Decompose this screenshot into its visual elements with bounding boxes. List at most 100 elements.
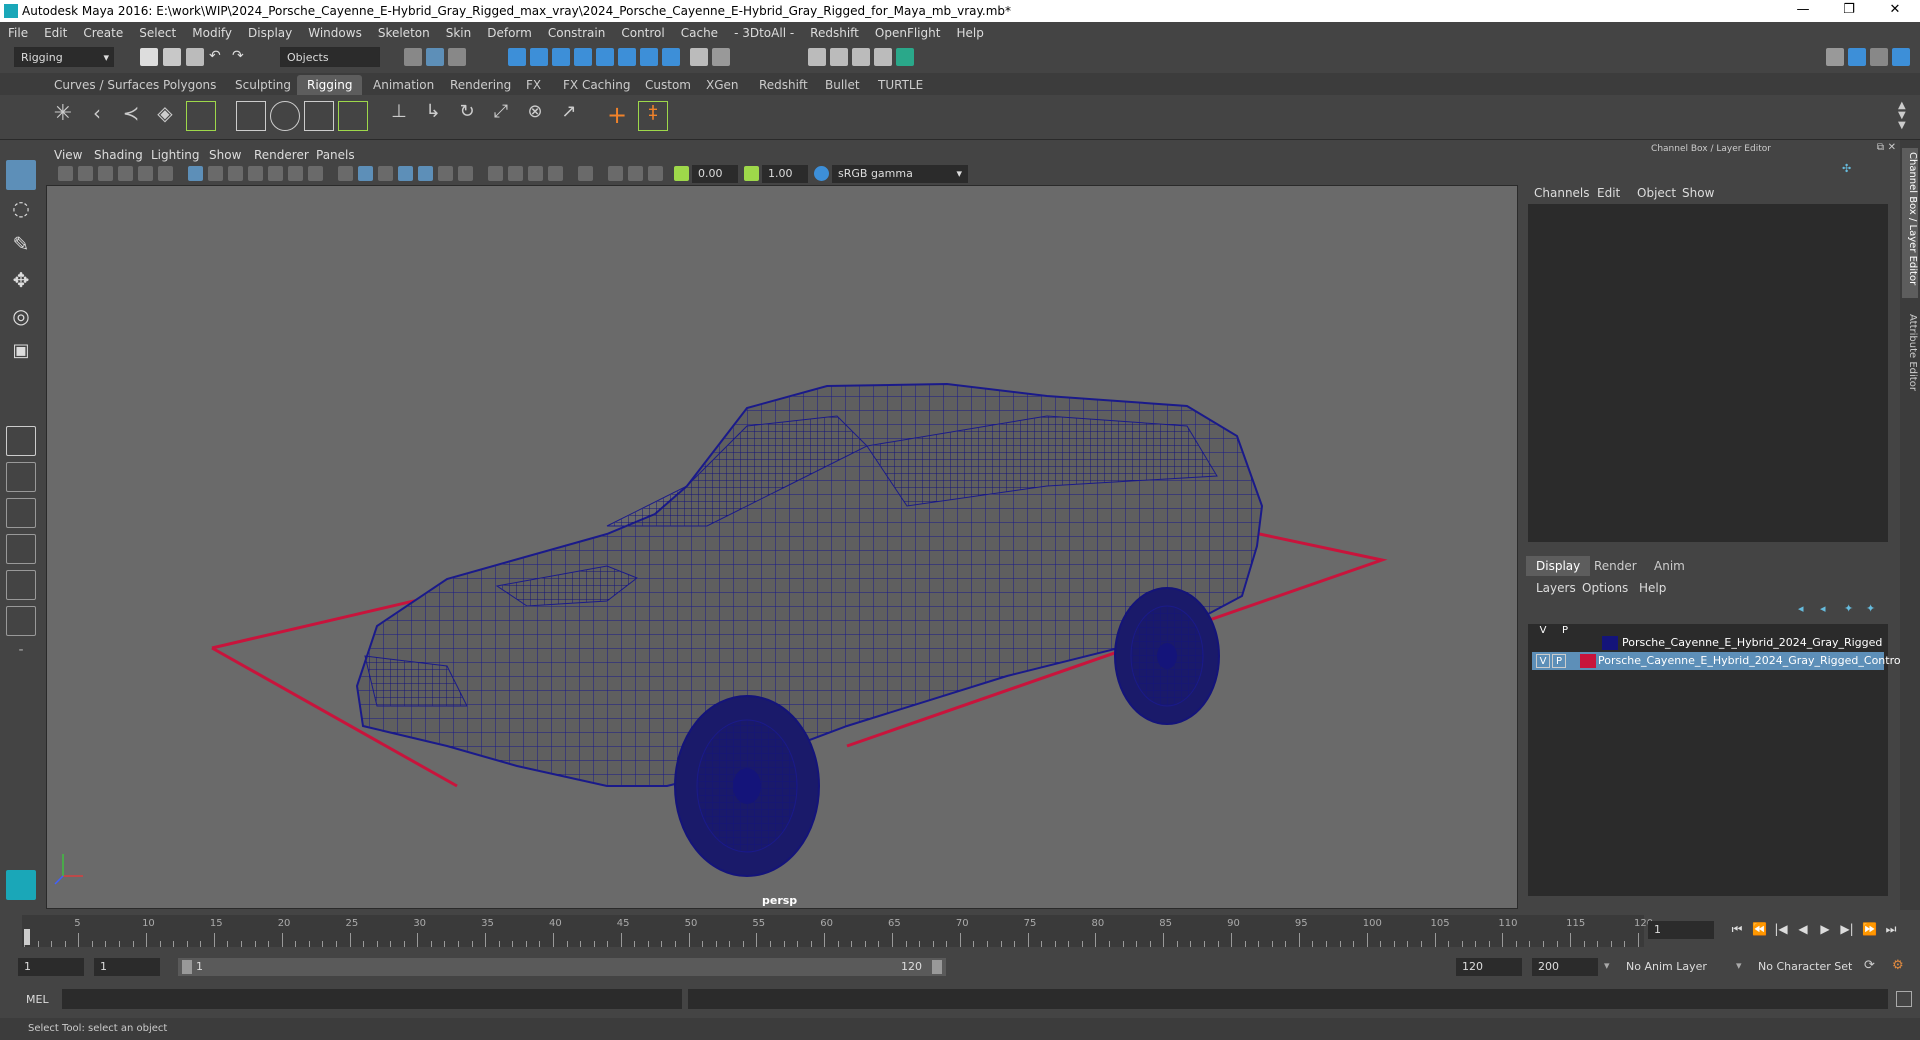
bookmark-icon[interactable] (98, 166, 113, 181)
move-layer-down-icon[interactable]: ◂ (1820, 602, 1826, 615)
viewport-menu-show[interactable]: Show (209, 148, 241, 162)
lasso-tool-icon[interactable]: ◌ (6, 196, 36, 226)
resolution-gate-icon[interactable] (228, 166, 243, 181)
layer-visibility-toggle[interactable]: V (1536, 654, 1550, 668)
save-scene-icon[interactable] (186, 48, 204, 66)
menu-modify[interactable]: Modify (184, 26, 240, 40)
render-settings-icon[interactable] (808, 48, 826, 66)
layer-playback-toggle[interactable]: P (1552, 654, 1566, 668)
add-influence-icon[interactable]: + (602, 101, 632, 131)
minimize-button[interactable]: — (1780, 0, 1826, 22)
playback-start-field[interactable]: 1 (94, 958, 160, 976)
use-default-material-icon[interactable] (378, 166, 393, 181)
range-start-handle[interactable] (182, 960, 192, 974)
new-layer-selected-icon[interactable]: ✦ (1866, 602, 1875, 615)
view-transform-dropdown[interactable]: sRGB gamma ▾ (832, 165, 968, 183)
menu-create[interactable]: Create (75, 26, 131, 40)
viewport-menu-shading[interactable]: Shading (94, 148, 143, 162)
xray-joints-icon[interactable] (648, 166, 663, 181)
gamma-icon[interactable] (744, 166, 759, 181)
play-backwards-icon[interactable]: ◀ (1796, 922, 1810, 936)
ik-spline-icon[interactable]: ≺ (116, 101, 146, 131)
restore-button[interactable]: ❐ (1826, 0, 1872, 22)
wireframe-mode-icon[interactable] (338, 166, 353, 181)
script-editor-icon[interactable] (1896, 991, 1912, 1007)
layer-help-menu[interactable]: Help (1639, 581, 1666, 595)
more-layouts-icon[interactable]: - (6, 642, 36, 672)
shelf-tab-animation[interactable]: Animation (363, 75, 444, 95)
select-tool-icon[interactable] (6, 160, 36, 190)
shelf-tab-sculpting[interactable]: Sculpting (225, 75, 301, 95)
hypershade-icon[interactable] (896, 48, 914, 66)
time-slider-track[interactable]: 5 10 15 20 25 30 35 40 45 50 55 60 65 70 75 80 85 90 95 100… (22, 915, 1653, 947)
grease-pencil-icon[interactable] (158, 166, 173, 181)
channel-box-area[interactable] (1528, 204, 1888, 542)
persp-graph-layout-icon[interactable] (6, 534, 36, 564)
wrap-icon[interactable] (338, 101, 368, 131)
range-slider-bar[interactable]: 1 120 (178, 958, 946, 976)
play-forwards-icon[interactable]: ▶ (1818, 922, 1832, 936)
go-to-start-icon[interactable]: ⏮ (1730, 922, 1744, 936)
step-forward-key-icon[interactable]: ⏩ (1862, 922, 1877, 936)
shelf-tab-redshift[interactable]: Redshift (749, 75, 818, 95)
xray-active-icon[interactable] (628, 166, 643, 181)
move-layer-up-icon[interactable]: ◂ (1798, 602, 1804, 615)
rotate-tool-icon[interactable]: ◎ (6, 304, 36, 334)
menu-edit[interactable]: Edit (36, 26, 75, 40)
create-joints-icon[interactable]: ✳ (48, 101, 78, 131)
snap-point-icon[interactable] (552, 48, 570, 66)
aim-constraint-icon[interactable]: ↳ (418, 101, 448, 131)
exposure-field[interactable]: 0.00 (692, 165, 738, 183)
safe-title-icon[interactable] (308, 166, 323, 181)
locator-icon[interactable] (186, 101, 216, 131)
menu-constrain[interactable]: Constrain (540, 26, 614, 40)
menu-display[interactable]: Display (240, 26, 300, 40)
current-time-indicator[interactable] (24, 929, 30, 945)
new-empty-layer-icon[interactable]: ✦ (1844, 602, 1853, 615)
snap-grid-icon[interactable] (508, 48, 526, 66)
two-d-pan-zoom-icon[interactable] (138, 166, 153, 181)
viewport-menu-lighting[interactable]: Lighting (151, 148, 200, 162)
paint-weights-icon[interactable]: ‡ (638, 101, 668, 131)
channels-edit-menu[interactable]: Edit (1597, 186, 1620, 200)
gate-mask-icon[interactable] (248, 166, 263, 181)
command-language-label[interactable]: MEL (26, 993, 49, 1006)
shelf-scroll-arrows-icon[interactable]: ▲ ▼ ▼ (1898, 101, 1906, 131)
attribute-editor-toggle-icon[interactable] (1848, 48, 1866, 66)
shelf-tab-rigging[interactable]: Rigging (297, 75, 363, 95)
chevron-down-icon[interactable]: ▾ (1736, 959, 1742, 972)
menu-set-dropdown[interactable]: Rigging ▾ (14, 47, 114, 67)
safe-action-icon[interactable] (288, 166, 303, 181)
snap-curve-icon[interactable] (530, 48, 548, 66)
modeling-toolkit-icon[interactable] (1826, 48, 1844, 66)
persp-outliner-layout-icon[interactable] (6, 498, 36, 528)
shelf-tab-bullet[interactable]: Bullet (815, 75, 870, 95)
shelf-tab-xgen[interactable]: XGen (696, 75, 749, 95)
menu-windows[interactable]: Windows (300, 26, 370, 40)
cluster-icon[interactable] (236, 101, 266, 131)
chevron-down-icon[interactable]: ▾ (1604, 959, 1610, 972)
mirror-joint-icon[interactable]: ◈ (150, 101, 180, 131)
smooth-shade-icon[interactable] (358, 166, 373, 181)
ik-handle-icon[interactable]: ‹ (82, 101, 112, 131)
menu-file[interactable]: File (0, 26, 36, 40)
render-frame-icon[interactable] (830, 48, 848, 66)
close-button[interactable]: ✕ (1872, 0, 1918, 22)
pole-vector-icon[interactable]: ↗ (554, 101, 584, 131)
menu-select[interactable]: Select (131, 26, 184, 40)
wireframe-on-shaded-icon[interactable] (398, 166, 413, 181)
orient-constraint-icon[interactable]: ↻ (452, 101, 482, 131)
custom-layout-icon[interactable] (6, 606, 36, 636)
parent-constraint-icon[interactable]: ⊗ (520, 101, 550, 131)
select-component-icon[interactable] (448, 48, 466, 66)
side-tab-attribute-editor[interactable]: Attribute Editor (1902, 310, 1918, 400)
viewport-menu-renderer[interactable]: Renderer (254, 148, 309, 162)
snap-help-icon[interactable] (662, 48, 680, 66)
side-tab-channel-box[interactable]: Channel Box / Layer Editor (1902, 148, 1918, 298)
shelf-tab-fx[interactable]: FX (516, 75, 551, 95)
lattice-icon[interactable] (304, 101, 334, 131)
channels-object-menu[interactable]: Object (1637, 186, 1676, 200)
menu-skeleton[interactable]: Skeleton (370, 26, 438, 40)
menu-3dtoall[interactable]: - 3DtoAll - (726, 26, 802, 40)
film-gate-icon[interactable] (208, 166, 223, 181)
